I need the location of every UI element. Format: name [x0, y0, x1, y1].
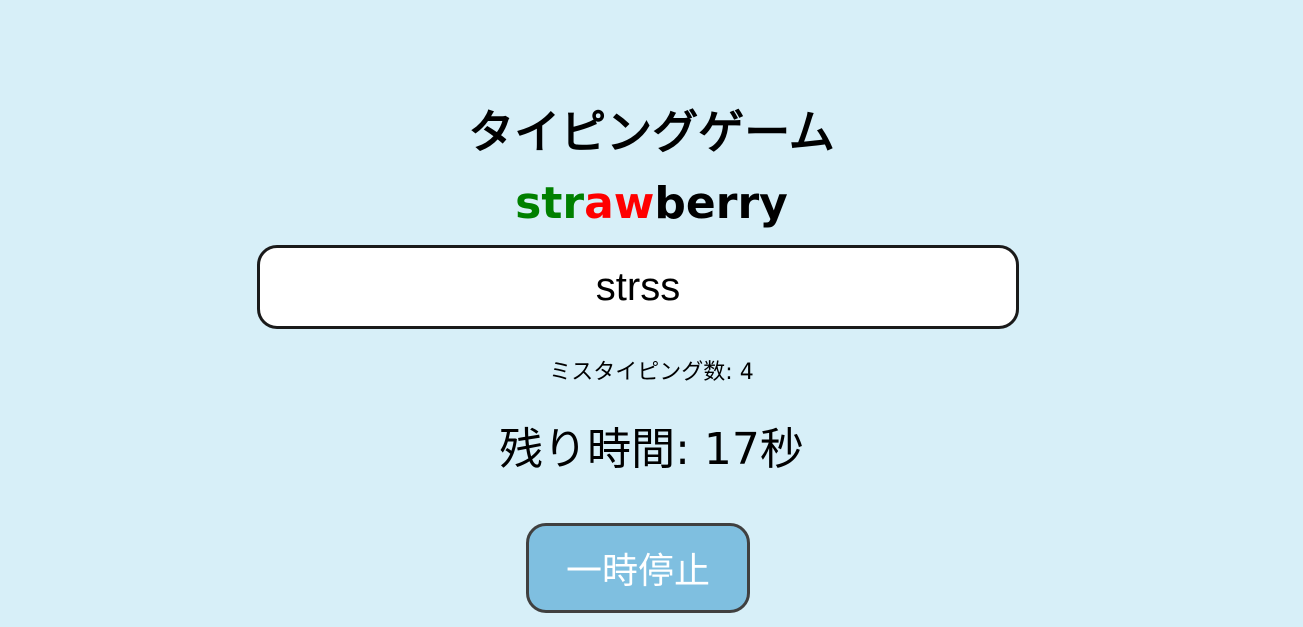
- typing-input[interactable]: [257, 245, 1019, 329]
- pause-button[interactable]: 一時停止: [526, 523, 750, 613]
- target-word-wrong-part: aw: [584, 178, 655, 229]
- target-word-correct-part: str: [515, 178, 585, 229]
- miss-count: ミスタイピング数: 4: [549, 360, 754, 385]
- target-word: strawberry: [0, 176, 1303, 232]
- typing-input-wrapper: [257, 245, 1019, 329]
- target-word-pending-part: berry: [654, 178, 788, 229]
- typing-game-app: タイピングゲーム strawberry ミスタイピング数: 4 残り時間: 17…: [0, 0, 1303, 627]
- page-title: タイピングゲーム: [468, 105, 835, 159]
- time-remaining: 残り時間: 17秒: [499, 424, 804, 475]
